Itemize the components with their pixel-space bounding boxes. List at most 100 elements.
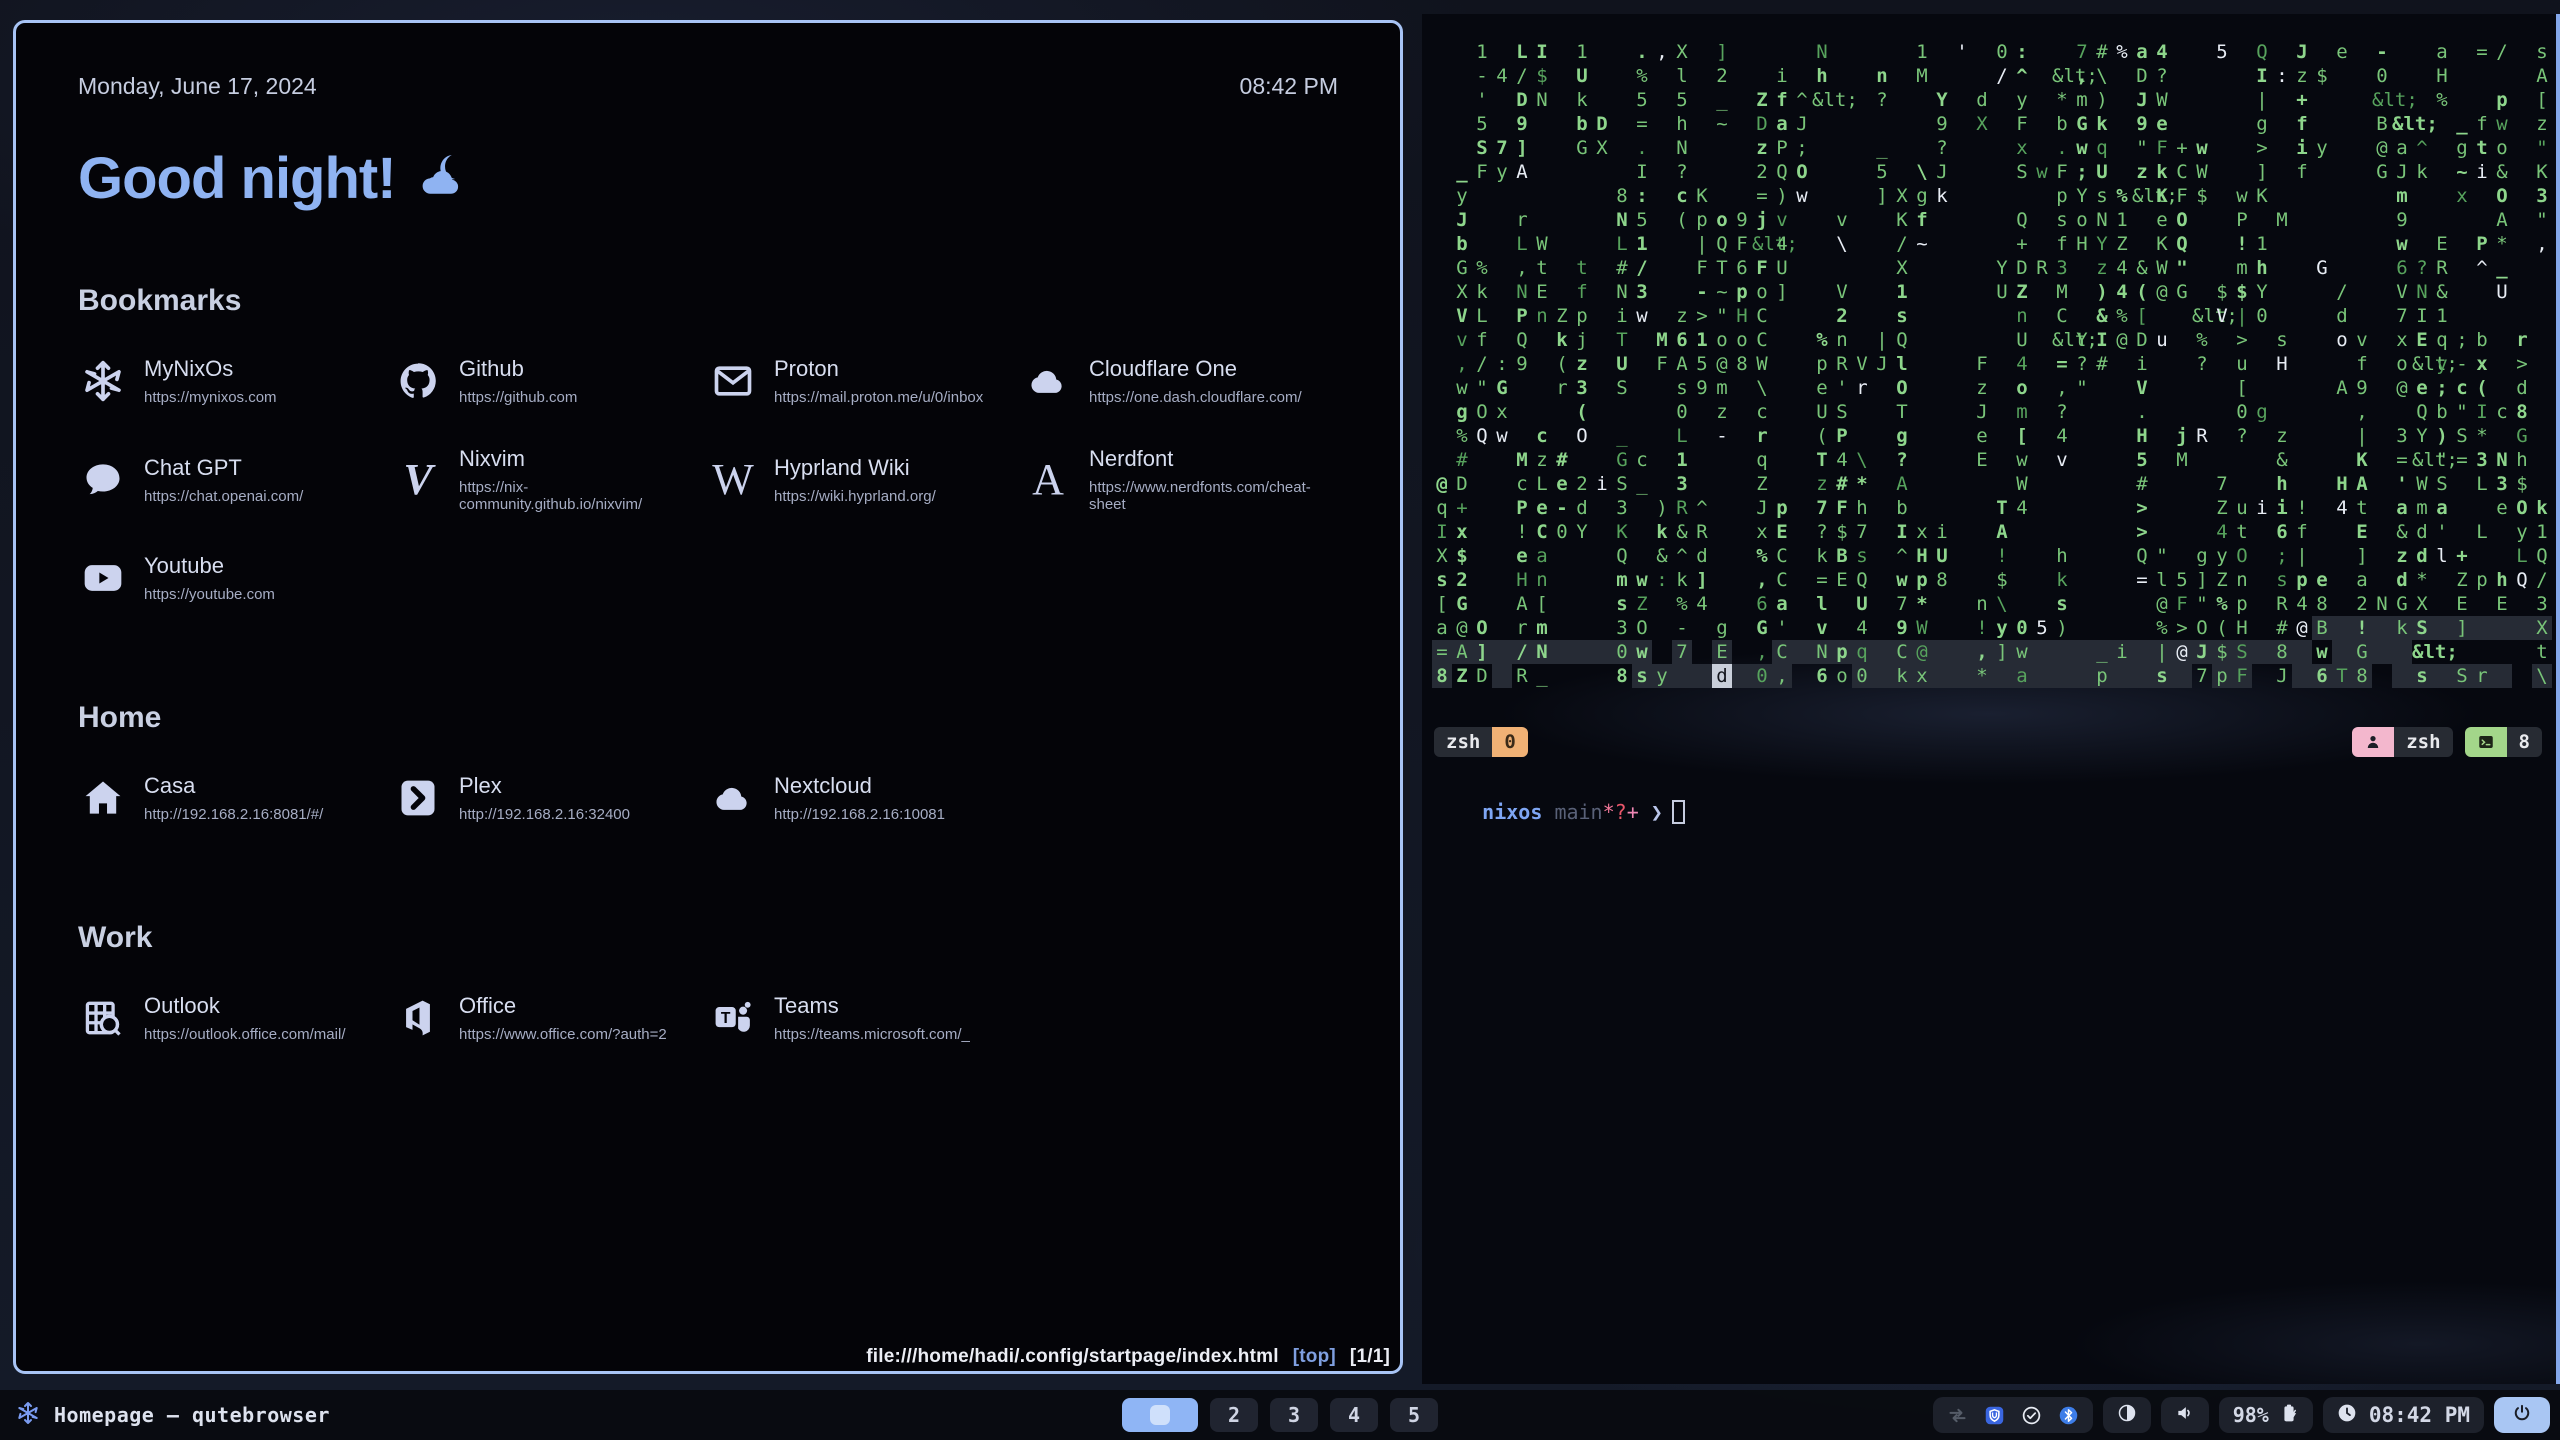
- matrix-row: %Qw c O _ L - r (P g e [ 4 H jR ? z | 3Y…: [1432, 424, 2552, 448]
- matrix-row: 8ZD R_ 8sy d 0, 6o0 kx * a p s 7pF J 6T8…: [1432, 664, 2552, 688]
- bookmark-link-nextcloud[interactable]: Nextcloudhttp://192.168.2.16:10081: [708, 773, 1023, 823]
- bookmark-link-proton[interactable]: Protonhttps://mail.proton.me/u/0/inbox: [708, 356, 1023, 406]
- bookmark-link-chat-gpt[interactable]: Chat GPThttps://chat.openai.com/: [78, 446, 393, 513]
- badge-label: 0: [1492, 727, 1527, 757]
- shell-prompt[interactable]: nixos main*?+ ❯: [1434, 776, 1685, 848]
- bookmark-url: https://mynixos.com: [144, 389, 277, 406]
- bookmark-link-plex[interactable]: Plexhttp://192.168.2.16:32400: [393, 773, 708, 823]
- zellij-status-bar: zsh0 zsh8: [1434, 726, 2542, 758]
- clock-icon: [2337, 1403, 2357, 1427]
- bookmark-link-nixvim[interactable]: VNixvimhttps://nix-community.github.io/n…: [393, 446, 708, 513]
- startpage-sections: BookmarksMyNixOshttps://mynixos.comGithu…: [78, 284, 1338, 1043]
- mail-icon: [708, 356, 758, 406]
- matrix-row: vf Q kj T M61ooC %n |Q U &lt;YI@Du % > s…: [1432, 328, 2552, 352]
- terminal-cursor: [1672, 800, 1685, 824]
- badge-label: zsh: [1434, 727, 1492, 757]
- bookmark-url: https://www.office.com/?auth=2: [459, 1026, 667, 1043]
- status-badge: zsh: [2352, 727, 2452, 757]
- matrix-row: b LW L1 |QF&lt;4 \ /~ + fHYZ KQ !1 w E P…: [1432, 232, 2552, 256]
- cloud-icon: [708, 773, 758, 823]
- cloud-icon: [1023, 356, 1073, 406]
- mux-left-group: zsh0: [1434, 727, 1528, 757]
- workspace-button-3[interactable]: 3: [1270, 1398, 1318, 1432]
- bookmark-url: https://teams.microsoft.com/_: [774, 1026, 970, 1043]
- moon-cloud-icon: [414, 138, 470, 218]
- bookmark-link-cloudflare-one[interactable]: Cloudflare Onehttps://one.dash.cloudflar…: [1023, 356, 1338, 406]
- bookmark-name: Nerdfont: [1089, 446, 1338, 472]
- workspace-button-5[interactable]: 5: [1390, 1398, 1438, 1432]
- section-grid-work: Outlookhttps://outlook.office.com/mail/O…: [78, 993, 1338, 1043]
- battery-percent: 98%: [2233, 1403, 2269, 1427]
- bluetooth-icon[interactable]: [2058, 1405, 2079, 1426]
- matrix-row: Ix !C0Y K k&R xE ?$7 Ixi A > 4t 6f E &d'…: [1432, 520, 2552, 544]
- bookmark-link-github[interactable]: Githubhttps://github.com: [393, 356, 708, 406]
- matrix-row: w"G r3 S s9m \ e'r O z o ," V [ A9 @e;c(…: [1432, 376, 2552, 400]
- terminal-icon: [2465, 727, 2507, 757]
- prompt-git-flags: *?+: [1603, 800, 1639, 824]
- shield-icon[interactable]: [1984, 1405, 2005, 1426]
- bookmark-name: Outlook: [144, 993, 345, 1019]
- nerdfont-a-icon: A: [1023, 455, 1073, 505]
- prompt-git-branch: main: [1554, 800, 1602, 824]
- matrix-row: y 8: cK =)w ]Xgk pYs%&lt;KF$ wK m x O 3: [1432, 184, 2552, 208]
- power-button[interactable]: [2494, 1397, 2550, 1433]
- mux-right-group: zsh 8: [2352, 727, 2542, 757]
- bookmark-link-outlook[interactable]: Outlookhttps://outlook.office.com/mail/: [78, 993, 393, 1043]
- status-badge: zsh0: [1434, 727, 1528, 757]
- svg-text:T: T: [721, 1010, 731, 1027]
- volume-module[interactable]: [2161, 1397, 2209, 1433]
- qutebrowser-window: Monday, June 17, 2024 08:42 PM Good nigh…: [13, 20, 1403, 1374]
- terminal-window[interactable]: 1 LI 1 .,X ] N 1 ' 0: 7#%a4 5 Q J e - a …: [1422, 14, 2560, 1384]
- matrix-row: X$ ea Q &^d %C kBs ^HU ! h Q" gyO ;| ] z…: [1432, 544, 2552, 568]
- matrix-row: # Mz# Gc 1 q T4\ ? E w v 5 M & K =&lt;"=…: [1432, 448, 2552, 472]
- wikipedia-w-icon: W: [708, 455, 758, 505]
- bookmark-url: https://www.nerdfonts.com/cheat-sheet: [1089, 479, 1338, 513]
- matrix-row: _FyA I ? 2QO 5 \J SwF;U zkCW ] f GJk ~i&…: [1432, 160, 2552, 184]
- moon-phase-icon: [2117, 1403, 2137, 1427]
- bookmark-url: https://one.dash.cloudflare.com/: [1089, 389, 1302, 406]
- bookmark-url: http://192.168.2.16:8081/#/: [144, 806, 323, 823]
- matrix-row: ,/:9 (z U FA5@8W pRVJl F 4 =?# i ? u H f…: [1432, 352, 2552, 376]
- badge-label: 8: [2507, 727, 2542, 757]
- workspace-button-1[interactable]: [1122, 1398, 1198, 1432]
- bookmark-url: https://youtube.com: [144, 586, 275, 603]
- bookmark-name: Proton: [774, 356, 983, 382]
- nixvim-v-icon: V: [393, 455, 443, 505]
- workspace-button-4[interactable]: 4: [1330, 1398, 1378, 1432]
- bookmark-name: Hyprland Wiki: [774, 455, 936, 481]
- clock-module[interactable]: 08:42 PM: [2323, 1397, 2484, 1433]
- matrix-row: 1 LI 1 .,X ] N 1 ' 0: 7#%a4 5 Q J e - a …: [1432, 40, 2552, 64]
- github-icon: [393, 356, 443, 406]
- bookmark-link-office[interactable]: Officehttps://www.office.com/?auth=2: [393, 993, 708, 1043]
- bookmark-name: Github: [459, 356, 577, 382]
- matrix-row: 5 9 bD = h ~ DaJ 9 X F bGk 9e g f B&lt; …: [1432, 112, 2552, 136]
- check-circle-icon[interactable]: [2021, 1405, 2042, 1426]
- battery-charging-icon: [2279, 1403, 2299, 1427]
- kdeconnect-icon[interactable]: [1947, 1405, 1968, 1426]
- matrix-row: @D cLe2iS_ 3 Z z#* A W # 7 h HA 'WS L3$: [1432, 472, 2552, 496]
- bookmark-link-youtube[interactable]: Youtubehttps://youtube.com: [78, 553, 393, 603]
- power-icon: [2512, 1403, 2532, 1427]
- bookmark-link-teams[interactable]: TTeamshttps://teams.microsoft.com/_: [708, 993, 1023, 1043]
- section-title-home: Home: [78, 701, 1338, 735]
- bookmark-name: Chat GPT: [144, 455, 303, 481]
- battery-module[interactable]: 98%: [2219, 1397, 2313, 1433]
- active-workspace-dot: [1150, 1405, 1170, 1425]
- bookmark-link-casa[interactable]: Casahttp://192.168.2.16:8081/#/: [78, 773, 393, 823]
- matrix-row: ' DN k 5 5 _ Zf^&lt; ? Y d y *m) JW | + …: [1432, 88, 2552, 112]
- matrix-row: gOx ( 0 z c US T J m ? . 0g , Qb"Ic8: [1432, 400, 2552, 424]
- matrix-row: S7] GX . N zP; _ ? x .wq "F+w > iy @a^ g…: [1432, 136, 2552, 160]
- bookmark-url: https://nix-community.github.io/nixvim/: [459, 479, 708, 513]
- taskbar-clock: 08:42 PM: [2369, 1403, 2470, 1427]
- night-light-module[interactable]: [2103, 1397, 2151, 1433]
- bookmark-name: Plex: [459, 773, 630, 799]
- matrix-row: [G A[ sZ %4 6a l U 7* n\ s @F"%p R48 2NG…: [1432, 592, 2552, 616]
- bookmark-link-mynixos[interactable]: MyNixOshttps://mynixos.com: [78, 356, 393, 406]
- matrix-row: s2 Hn mw:k] ,C =EQ wp8 $ k =l5]Zn spe a …: [1432, 568, 2552, 592]
- bookmark-link-hyprland-wiki[interactable]: WHyprland Wikihttps://wiki.hyprland.org/: [708, 446, 1023, 513]
- bookmark-link-nerdfont[interactable]: A Nerdfont https://www.nerdfonts.com/cheat…: [1023, 446, 1338, 513]
- chat-bubble-icon: [78, 455, 128, 505]
- system-tray: [1933, 1397, 2093, 1433]
- workspace-button-2[interactable]: 2: [1210, 1398, 1258, 1432]
- plex-chevron-icon: [393, 773, 443, 823]
